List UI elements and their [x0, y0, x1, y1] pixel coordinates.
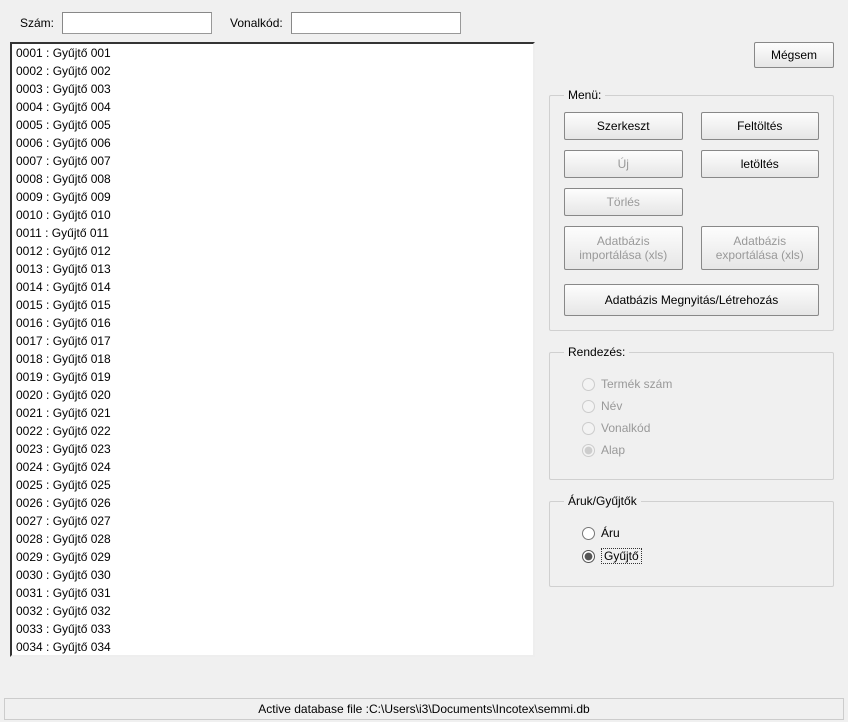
rendezes-termek-label: Termék szám — [601, 377, 672, 391]
list-item[interactable]: 0023 : Gyűjtő 023 — [12, 440, 520, 458]
list-item[interactable]: 0007 : Gyűjtő 007 — [12, 152, 520, 170]
list-item[interactable]: 0010 : Gyűjtő 010 — [12, 206, 520, 224]
uj-button: Új — [564, 150, 683, 178]
list-item[interactable]: 0022 : Gyűjtő 022 — [12, 422, 520, 440]
aruk-legend: Áruk/Gyűjtők — [564, 494, 641, 508]
aru-radio[interactable] — [582, 527, 595, 540]
list-item[interactable]: 0020 : Gyűjtő 020 — [12, 386, 520, 404]
status-text: Active database file :C:\Users\i3\Docume… — [258, 702, 589, 716]
list-item[interactable]: 0030 : Gyűjtő 030 — [12, 566, 520, 584]
list-item[interactable]: 0017 : Gyűjtő 017 — [12, 332, 520, 350]
szam-label: Szám: — [20, 16, 54, 30]
rendezes-alap-label: Alap — [601, 443, 625, 457]
list-item[interactable]: 0033 : Gyűjtő 033 — [12, 620, 520, 638]
list-item[interactable]: 0026 : Gyűjtő 026 — [12, 494, 520, 512]
list-item[interactable]: 0009 : Gyűjtő 009 — [12, 188, 520, 206]
list-item[interactable]: 0012 : Gyűjtő 012 — [12, 242, 520, 260]
list-item[interactable]: 0031 : Gyűjtő 031 — [12, 584, 520, 602]
import-button: Adatbázis importálása (xls) — [564, 226, 683, 270]
letoltes-button[interactable]: letöltés — [701, 150, 820, 178]
szam-input[interactable] — [62, 12, 212, 34]
rendezes-nev-label: Név — [601, 399, 622, 413]
list-item[interactable]: 0003 : Gyűjtő 003 — [12, 80, 520, 98]
cancel-button[interactable]: Mégsem — [754, 42, 834, 68]
menu-legend: Menü: — [564, 88, 605, 102]
gyujto-radio[interactable] — [582, 550, 595, 563]
status-bar: Active database file :C:\Users\i3\Docume… — [4, 698, 844, 720]
export-button: Adatbázis exportálása (xls) — [701, 226, 820, 270]
top-bar: Szám: Vonalkód: — [0, 0, 848, 42]
list-item[interactable]: 0015 : Gyűjtő 015 — [12, 296, 520, 314]
list-item[interactable]: 0032 : Gyűjtő 032 — [12, 602, 520, 620]
list-item[interactable]: 0019 : Gyűjtő 019 — [12, 368, 520, 386]
rendezes-nev-radio — [582, 400, 595, 413]
list-item[interactable]: 0027 : Gyűjtő 027 — [12, 512, 520, 530]
list-item[interactable]: 0021 : Gyűjtő 021 — [12, 404, 520, 422]
menu-group: Menü: Szerkeszt Feltöltés Új letöltés Tö… — [549, 88, 834, 331]
list-item[interactable]: 0002 : Gyűjtő 002 — [12, 62, 520, 80]
aruk-group: Áruk/Gyűjtők Áru Gyűjtő — [549, 494, 834, 587]
rendezes-vonalkod-radio — [582, 422, 595, 435]
vonalkod-label: Vonalkód: — [230, 16, 283, 30]
list-item[interactable]: 0001 : Gyűjtő 001 — [12, 44, 520, 62]
feltoltes-button[interactable]: Feltöltés — [701, 112, 820, 140]
rendezes-legend: Rendezés: — [564, 345, 629, 359]
szerkeszt-button[interactable]: Szerkeszt — [564, 112, 683, 140]
list-item[interactable]: 0024 : Gyűjtő 024 — [12, 458, 520, 476]
right-panel: Mégsem Menü: Szerkeszt Feltöltés Új letö… — [545, 42, 838, 657]
list-item[interactable]: 0034 : Gyűjtő 034 — [12, 638, 520, 655]
open-create-button[interactable]: Adatbázis Megnyitás/Létrehozás — [564, 284, 819, 316]
list-item[interactable]: 0008 : Gyűjtő 008 — [12, 170, 520, 188]
rendezes-vonalkod-label: Vonalkód — [601, 421, 650, 435]
list-item[interactable]: 0016 : Gyűjtő 016 — [12, 314, 520, 332]
list-item[interactable]: 0004 : Gyűjtő 004 — [12, 98, 520, 116]
list-item[interactable]: 0028 : Gyűjtő 028 — [12, 530, 520, 548]
list-item[interactable]: 0025 : Gyűjtő 025 — [12, 476, 520, 494]
list-item[interactable]: 0018 : Gyűjtő 018 — [12, 350, 520, 368]
torles-button: Törlés — [564, 188, 683, 216]
gyujto-label: Gyűjtő — [601, 548, 642, 564]
list-item[interactable]: 0006 : Gyűjtő 006 — [12, 134, 520, 152]
rendezes-group: Rendezés: Termék szám Név Vonalkód Alap — [549, 345, 834, 480]
list-item[interactable]: 0005 : Gyűjtő 005 — [12, 116, 520, 134]
list-item[interactable]: 0014 : Gyűjtő 014 — [12, 278, 520, 296]
item-listbox[interactable]: 0001 : Gyűjtő 0010002 : Gyűjtő 0020003 :… — [10, 42, 535, 657]
list-item[interactable]: 0013 : Gyűjtő 013 — [12, 260, 520, 278]
vonalkod-input[interactable] — [291, 12, 461, 34]
list-item[interactable]: 0011 : Gyűjtő 011 — [12, 224, 520, 242]
aru-label: Áru — [601, 526, 620, 540]
rendezes-termek-radio — [582, 378, 595, 391]
list-item[interactable]: 0029 : Gyűjtő 029 — [12, 548, 520, 566]
rendezes-alap-radio — [582, 444, 595, 457]
